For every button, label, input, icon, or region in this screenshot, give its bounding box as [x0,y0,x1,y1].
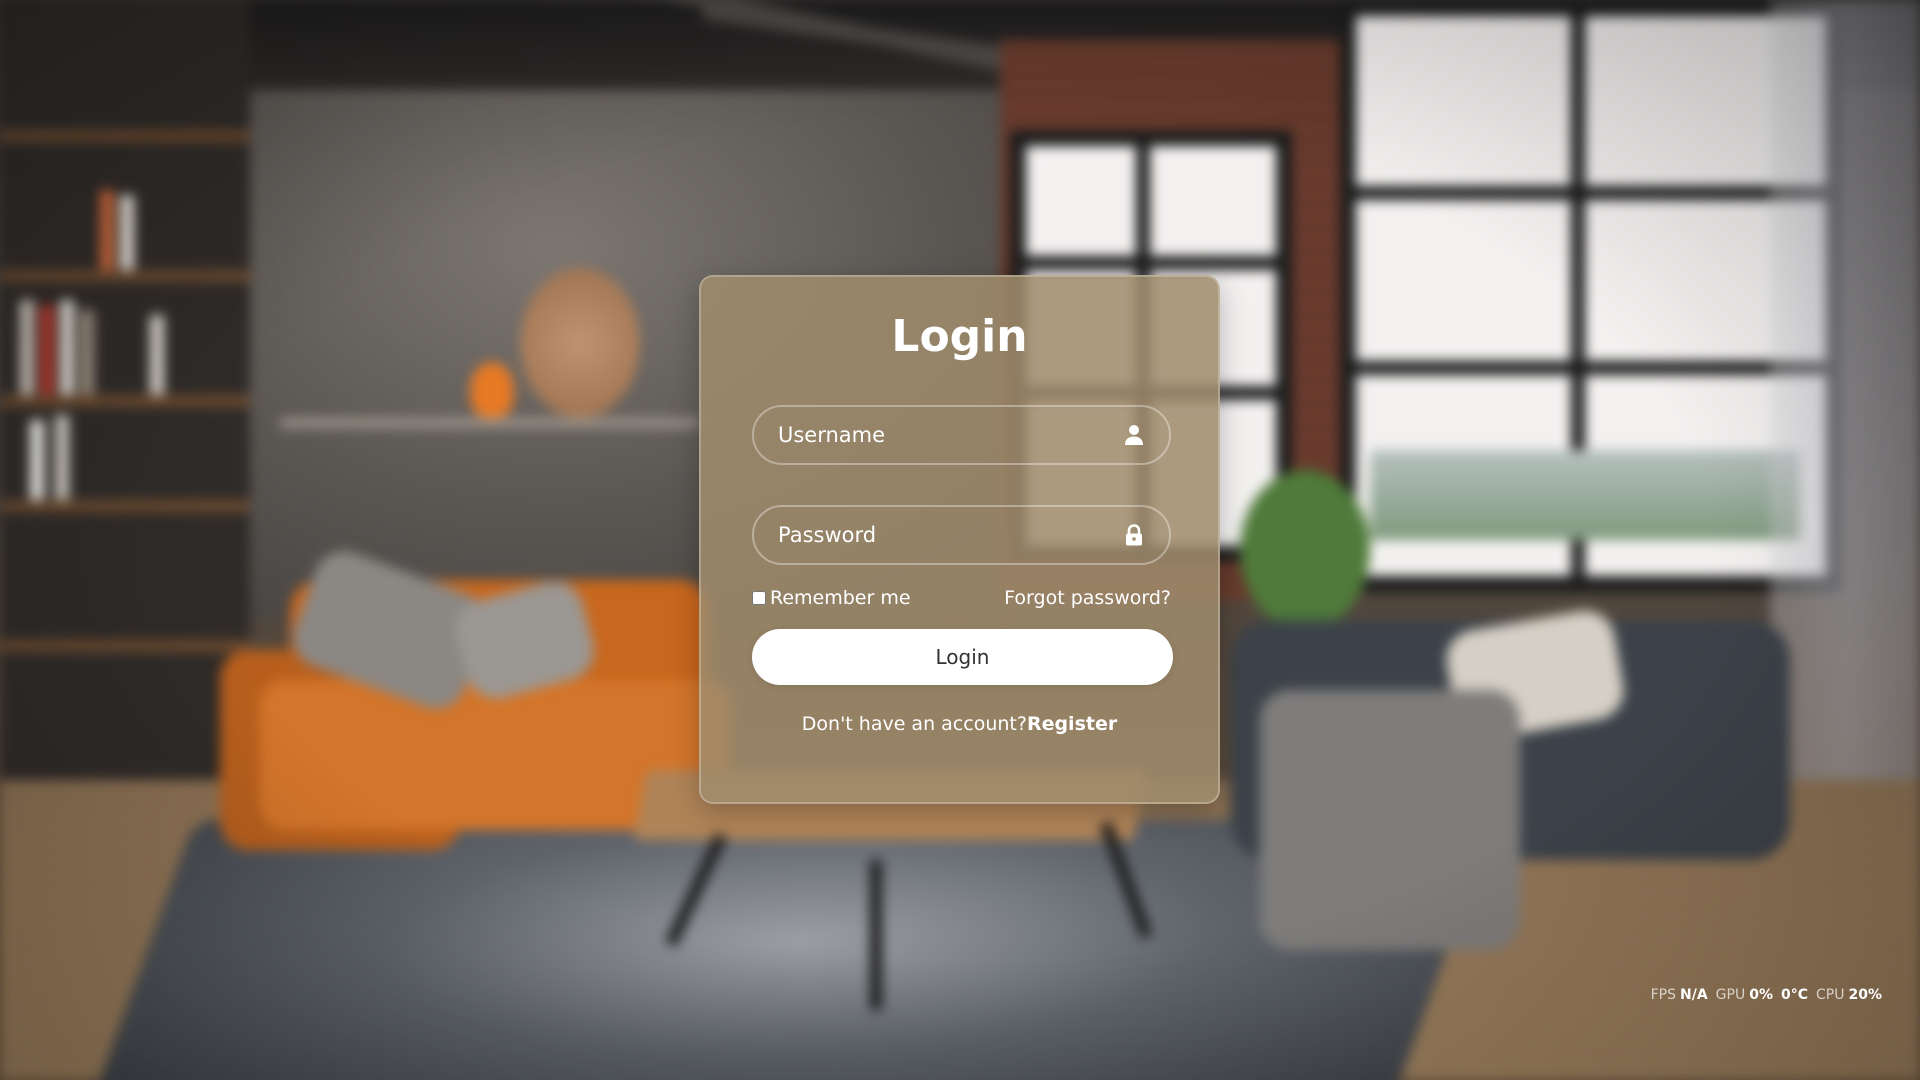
register-prompt: Don't have an account?Register [752,713,1167,735]
username-input[interactable] [754,407,1169,464]
remember-row: Remember me Forgot password? [752,587,1171,609]
fps-value: N/A [1680,987,1708,1003]
register-link[interactable]: Register [1027,713,1117,735]
remember-me: Remember me [752,587,911,609]
login-form: Login Remember [699,275,1220,804]
forgot-password-link[interactable]: Forgot password? [1004,587,1171,609]
gpu-label: GPU [1715,987,1746,1003]
temperature-value: 0°C [1781,987,1809,1003]
cpu-value: 20% [1848,987,1882,1003]
password-field [752,505,1171,566]
remember-me-label[interactable]: Remember me [770,587,911,609]
password-input[interactable] [754,507,1169,564]
login-button[interactable]: Login [752,629,1173,686]
lock-icon [1123,523,1145,547]
gpu-value: 0% [1749,987,1773,1003]
no-account-text: Don't have an account? [801,713,1027,736]
cpu-label: CPU [1816,987,1845,1003]
login-page: Login Remember [0,0,1920,1080]
performance-overlay: FPS N/A GPU 0% 0°C CPU 20% [1651,987,1890,1003]
remember-me-checkbox[interactable] [752,591,766,606]
login-title: Login [891,311,1028,362]
user-icon [1123,423,1145,447]
fps-label: FPS [1650,987,1676,1003]
username-field [752,405,1171,466]
